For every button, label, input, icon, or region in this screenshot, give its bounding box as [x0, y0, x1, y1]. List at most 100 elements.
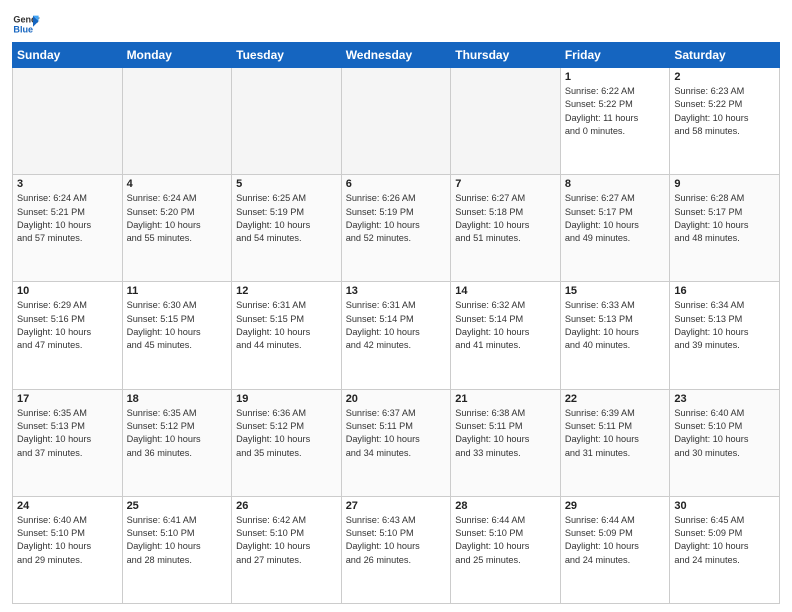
day-number: 27 — [346, 500, 447, 512]
day-info: Sunrise: 6:35 AM Sunset: 5:12 PM Dayligh… — [127, 407, 228, 460]
day-info: Sunrise: 6:32 AM Sunset: 5:14 PM Dayligh… — [455, 299, 556, 352]
day-info: Sunrise: 6:29 AM Sunset: 5:16 PM Dayligh… — [17, 299, 118, 352]
day-info: Sunrise: 6:37 AM Sunset: 5:11 PM Dayligh… — [346, 407, 447, 460]
day-number: 30 — [674, 500, 775, 512]
calendar-table: SundayMondayTuesdayWednesdayThursdayFrid… — [12, 42, 780, 604]
calendar-cell: 23Sunrise: 6:40 AM Sunset: 5:10 PM Dayli… — [670, 389, 780, 496]
calendar-cell: 19Sunrise: 6:36 AM Sunset: 5:12 PM Dayli… — [232, 389, 342, 496]
day-info: Sunrise: 6:24 AM Sunset: 5:21 PM Dayligh… — [17, 192, 118, 245]
weekday-header-row: SundayMondayTuesdayWednesdayThursdayFrid… — [13, 43, 780, 68]
calendar-cell: 26 Sunrise: 6:42 AM Sunset: 5:10 PM Dayli… — [232, 496, 342, 603]
svg-text:Blue: Blue — [13, 24, 33, 34]
weekday-header-friday: Friday — [560, 43, 670, 68]
calendar-cell: 28Sunrise: 6:44 AM Sunset: 5:10 PM Dayli… — [451, 496, 561, 603]
calendar-cell: 24Sunrise: 6:40 AM Sunset: 5:10 PM Dayli… — [13, 496, 123, 603]
calendar-cell: 15 Sunrise: 6:33 AM Sunset: 5:13 PM Dayli… — [560, 282, 670, 389]
weekday-header-monday: Monday — [122, 43, 232, 68]
calendar-cell: 7 Sunrise: 6:27 AM Sunset: 5:18 PM Daylig… — [451, 175, 561, 282]
weekday-header-thursday: Thursday — [451, 43, 561, 68]
calendar-cell: 16Sunrise: 6:34 AM Sunset: 5:13 PM Dayli… — [670, 282, 780, 389]
day-info: Sunrise: 6:36 AM Sunset: 5:12 PM Dayligh… — [236, 407, 337, 460]
calendar-cell: 2Sunrise: 6:23 AM Sunset: 5:22 PM Daylig… — [670, 68, 780, 175]
day-info: Sunrise: 6:30 AM Sunset: 5:15 PM Dayligh… — [127, 299, 228, 352]
calendar-cell — [13, 68, 123, 175]
day-number: 10 — [17, 285, 118, 297]
day-number: 17 — [17, 393, 118, 405]
calendar-cell: 21 Sunrise: 6:38 AM Sunset: 5:11 PM Dayli… — [451, 389, 561, 496]
weekday-header-tuesday: Tuesday — [232, 43, 342, 68]
day-info: Sunrise: 6:39 AM Sunset: 5:11 PM Dayligh… — [565, 407, 666, 460]
day-info: Sunrise: 6:28 AM Sunset: 5:17 PM Dayligh… — [674, 192, 775, 245]
day-info: Sunrise: 6:42 AM Sunset: 5:10 PM Dayligh… — [236, 514, 337, 567]
calendar-week-2: 10 Sunrise: 6:29 AM Sunset: 5:16 PM Dayli… — [13, 282, 780, 389]
day-info: Sunrise: 6:27 AM Sunset: 5:18 PM Dayligh… — [455, 192, 556, 245]
day-number: 1 — [565, 71, 666, 83]
calendar-cell: 13Sunrise: 6:31 AM Sunset: 5:14 PM Dayli… — [341, 282, 451, 389]
day-number: 8 — [565, 178, 666, 190]
weekday-header-sunday: Sunday — [13, 43, 123, 68]
day-number: 14 — [455, 285, 556, 297]
calendar-cell: 10 Sunrise: 6:29 AM Sunset: 5:16 PM Dayli… — [13, 282, 123, 389]
day-number: 3 — [17, 178, 118, 190]
day-number: 9 — [674, 178, 775, 190]
calendar-cell: 17 Sunrise: 6:35 AM Sunset: 5:13 PM Dayli… — [13, 389, 123, 496]
calendar-cell: 9 Sunrise: 6:28 AM Sunset: 5:17 PM Daylig… — [670, 175, 780, 282]
day-info: Sunrise: 6:44 AM Sunset: 5:10 PM Dayligh… — [455, 514, 556, 567]
day-info: Sunrise: 6:35 AM Sunset: 5:13 PM Dayligh… — [17, 407, 118, 460]
day-number: 6 — [346, 178, 447, 190]
calendar-cell — [122, 68, 232, 175]
day-number: 4 — [127, 178, 228, 190]
day-info: Sunrise: 6:26 AM Sunset: 5:19 PM Dayligh… — [346, 192, 447, 245]
header: General Blue — [12, 10, 780, 38]
logo: General Blue — [12, 10, 40, 38]
calendar-cell: 11 Sunrise: 6:30 AM Sunset: 5:15 PM Dayli… — [122, 282, 232, 389]
calendar-cell: 4 Sunrise: 6:24 AM Sunset: 5:20 PM Daylig… — [122, 175, 232, 282]
day-info: Sunrise: 6:43 AM Sunset: 5:10 PM Dayligh… — [346, 514, 447, 567]
day-info: Sunrise: 6:34 AM Sunset: 5:13 PM Dayligh… — [674, 299, 775, 352]
day-number: 26 — [236, 500, 337, 512]
calendar-cell: 6 Sunrise: 6:26 AM Sunset: 5:19 PM Daylig… — [341, 175, 451, 282]
day-number: 21 — [455, 393, 556, 405]
day-info: Sunrise: 6:41 AM Sunset: 5:10 PM Dayligh… — [127, 514, 228, 567]
calendar-week-1: 3 Sunrise: 6:24 AM Sunset: 5:21 PM Daylig… — [13, 175, 780, 282]
weekday-header-wednesday: Wednesday — [341, 43, 451, 68]
day-info: Sunrise: 6:45 AM Sunset: 5:09 PM Dayligh… — [674, 514, 775, 567]
calendar-cell: 30 Sunrise: 6:45 AM Sunset: 5:09 PM Dayli… — [670, 496, 780, 603]
calendar-cell: 8Sunrise: 6:27 AM Sunset: 5:17 PM Daylig… — [560, 175, 670, 282]
calendar-cell: 20Sunrise: 6:37 AM Sunset: 5:11 PM Dayli… — [341, 389, 451, 496]
calendar-cell: 3 Sunrise: 6:24 AM Sunset: 5:21 PM Daylig… — [13, 175, 123, 282]
calendar-cell: 12Sunrise: 6:31 AM Sunset: 5:15 PM Dayli… — [232, 282, 342, 389]
day-number: 25 — [127, 500, 228, 512]
day-number: 5 — [236, 178, 337, 190]
day-number: 15 — [565, 285, 666, 297]
calendar-cell: 5Sunrise: 6:25 AM Sunset: 5:19 PM Daylig… — [232, 175, 342, 282]
page-container: General Blue SundayMondayTuesdayWednesda… — [0, 0, 792, 612]
day-number: 18 — [127, 393, 228, 405]
day-info: Sunrise: 6:23 AM Sunset: 5:22 PM Dayligh… — [674, 85, 775, 138]
day-info: Sunrise: 6:40 AM Sunset: 5:10 PM Dayligh… — [17, 514, 118, 567]
calendar-cell — [451, 68, 561, 175]
calendar-cell: 14 Sunrise: 6:32 AM Sunset: 5:14 PM Dayli… — [451, 282, 561, 389]
day-number: 23 — [674, 393, 775, 405]
logo-icon: General Blue — [12, 10, 40, 38]
calendar-cell: 1 Sunrise: 6:22 AM Sunset: 5:22 PM Daylig… — [560, 68, 670, 175]
calendar-week-4: 24Sunrise: 6:40 AM Sunset: 5:10 PM Dayli… — [13, 496, 780, 603]
calendar-cell: 18 Sunrise: 6:35 AM Sunset: 5:12 PM Dayli… — [122, 389, 232, 496]
day-info: Sunrise: 6:22 AM Sunset: 5:22 PM Dayligh… — [565, 85, 666, 138]
day-number: 11 — [127, 285, 228, 297]
day-info: Sunrise: 6:24 AM Sunset: 5:20 PM Dayligh… — [127, 192, 228, 245]
day-number: 12 — [236, 285, 337, 297]
day-info: Sunrise: 6:33 AM Sunset: 5:13 PM Dayligh… — [565, 299, 666, 352]
calendar-cell: 29 Sunrise: 6:44 AM Sunset: 5:09 PM Dayli… — [560, 496, 670, 603]
calendar-cell — [341, 68, 451, 175]
calendar-cell: 27 Sunrise: 6:43 AM Sunset: 5:10 PM Dayli… — [341, 496, 451, 603]
day-info: Sunrise: 6:38 AM Sunset: 5:11 PM Dayligh… — [455, 407, 556, 460]
day-number: 7 — [455, 178, 556, 190]
day-number: 29 — [565, 500, 666, 512]
day-info: Sunrise: 6:44 AM Sunset: 5:09 PM Dayligh… — [565, 514, 666, 567]
weekday-header-saturday: Saturday — [670, 43, 780, 68]
calendar-week-3: 17 Sunrise: 6:35 AM Sunset: 5:13 PM Dayli… — [13, 389, 780, 496]
day-info: Sunrise: 6:31 AM Sunset: 5:14 PM Dayligh… — [346, 299, 447, 352]
day-number: 22 — [565, 393, 666, 405]
calendar-cell: 22 Sunrise: 6:39 AM Sunset: 5:11 PM Dayli… — [560, 389, 670, 496]
